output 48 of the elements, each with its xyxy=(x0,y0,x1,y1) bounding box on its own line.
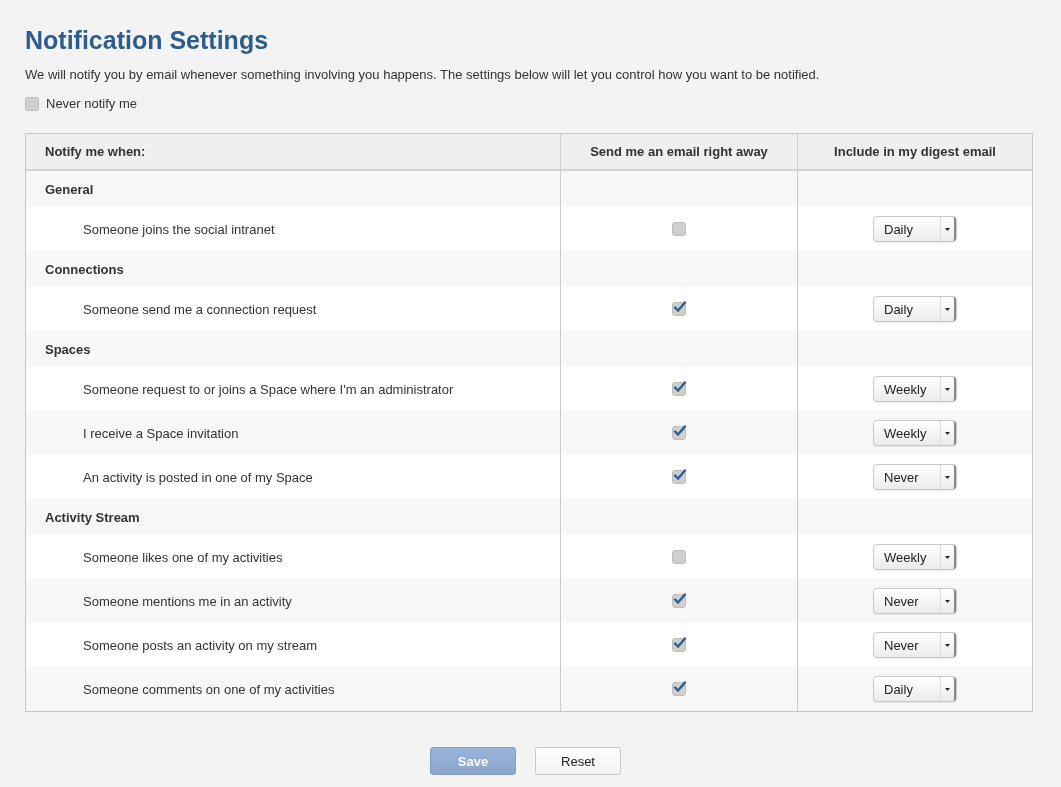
setting-label: Someone comments on one of my activities xyxy=(82,681,335,697)
checkbox[interactable] xyxy=(672,550,686,564)
digest-dropdown[interactable]: Daily xyxy=(873,216,957,242)
caret-icon xyxy=(945,643,950,647)
checkbox[interactable] xyxy=(672,302,686,316)
setting-label: Someone likes one of my activities xyxy=(82,549,283,565)
setting-label: Someone send me a connection request xyxy=(82,301,317,317)
column-header: Send me an email right away xyxy=(590,144,768,159)
checkbox[interactable] xyxy=(672,426,686,440)
digest-dropdown[interactable]: Weekly xyxy=(873,376,957,402)
checkbox-label: Never notify me xyxy=(46,96,138,111)
digest-dropdown[interactable]: Weekly xyxy=(873,544,957,570)
setting-label: Someone request to or joins a Space where I'm an administrator xyxy=(82,381,454,397)
digest-dropdown[interactable]: Never xyxy=(873,464,957,490)
setting-label: Someone mentions me in an activity xyxy=(82,593,292,609)
digest-dropdown[interactable]: Never xyxy=(873,632,957,658)
checkbox[interactable] xyxy=(672,470,686,484)
page-title: Notification Settings xyxy=(25,25,270,56)
group-heading: Connections xyxy=(45,261,124,277)
checkbox[interactable] xyxy=(672,222,686,236)
group-heading: Activity Stream xyxy=(45,509,140,525)
description-text: We will notify you by email whenever something involving you happens. The settings below will let you control how you want to be notified. xyxy=(25,67,821,83)
setting-label: I receive a Space invitation xyxy=(82,425,239,441)
checkbox[interactable] xyxy=(25,96,39,111)
digest-dropdown[interactable]: Never xyxy=(873,588,957,614)
digest-dropdown[interactable]: Weekly xyxy=(873,420,957,446)
caret-icon xyxy=(945,475,950,479)
column-header: Include in my digest email xyxy=(834,144,996,159)
setting-label: Someone joins the social intranet xyxy=(82,221,275,237)
reset-button[interactable]: Reset xyxy=(535,747,621,775)
caret-icon xyxy=(945,387,950,391)
caret-icon xyxy=(945,555,950,559)
caret-icon xyxy=(945,227,950,231)
checkbox[interactable] xyxy=(672,638,686,652)
caret-icon xyxy=(945,307,950,311)
setting-label: An activity is posted in one of my Space xyxy=(82,469,313,485)
checkbox[interactable] xyxy=(672,682,686,696)
digest-dropdown[interactable]: Daily xyxy=(873,296,957,322)
column-header: Notify me when: xyxy=(45,144,146,159)
group-heading: Spaces xyxy=(45,341,91,357)
caret-icon xyxy=(945,687,950,691)
digest-dropdown[interactable]: Daily xyxy=(873,676,957,702)
setting-label: Someone posts an activity on my stream xyxy=(82,637,318,653)
caret-icon xyxy=(945,431,950,435)
checkbox[interactable] xyxy=(672,594,686,608)
checkbox[interactable] xyxy=(672,382,686,396)
caret-icon xyxy=(945,599,950,603)
group-heading: General xyxy=(45,181,94,197)
